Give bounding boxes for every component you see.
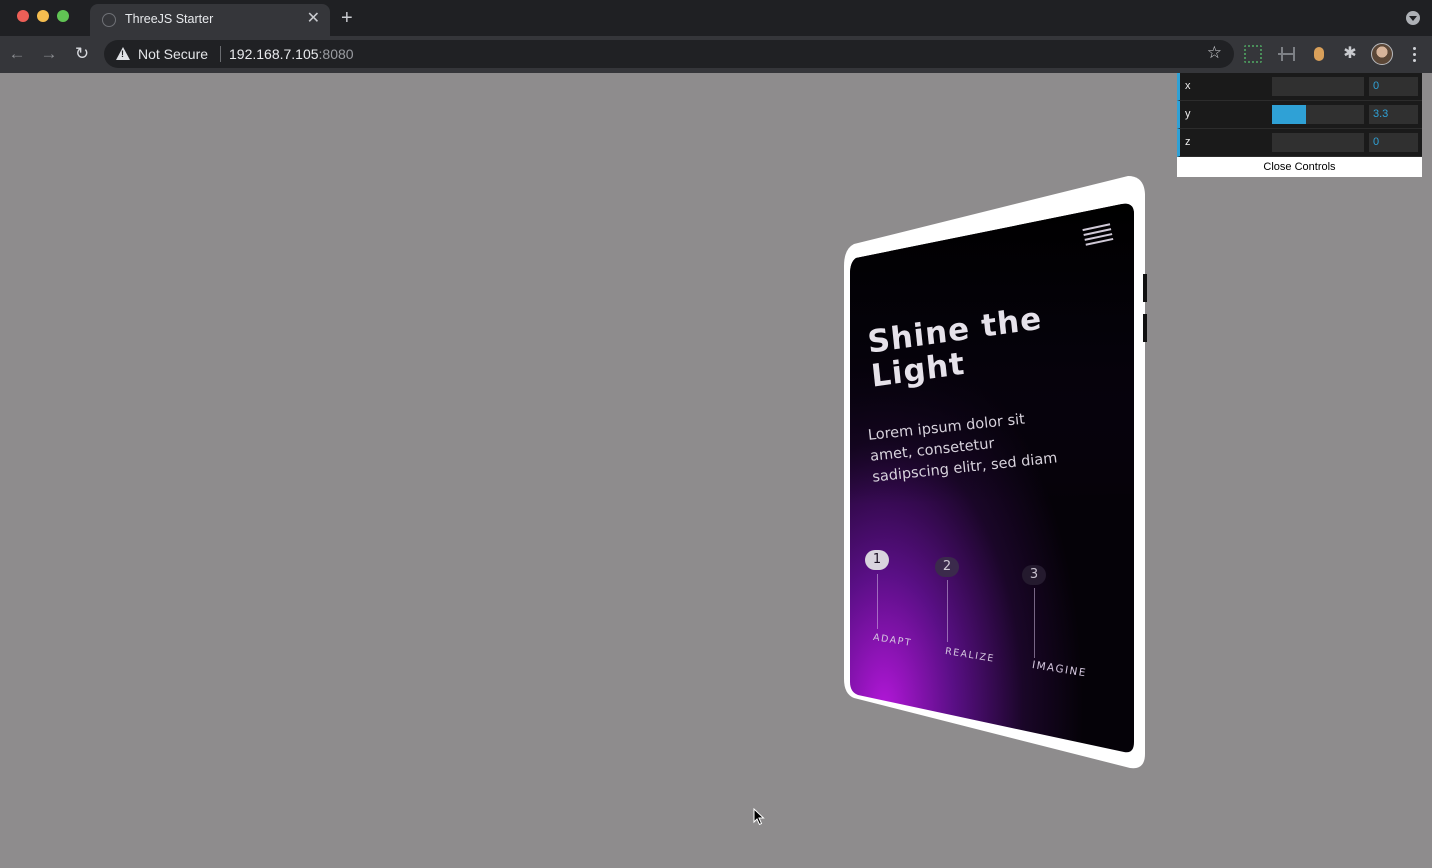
- threejs-canvas-phone[interactable]: Shine the Light Lorem ipsum dolor sit am…: [840, 174, 1150, 774]
- step-connector: [947, 580, 948, 642]
- url-port: :8080: [318, 46, 354, 62]
- more-menu-icon[interactable]: [1408, 45, 1422, 63]
- phone-side-button: [1143, 274, 1147, 302]
- step-number[interactable]: 3: [1022, 565, 1046, 585]
- reload-icon[interactable]: ↻: [71, 43, 93, 65]
- control-row-y: y 3.3: [1177, 101, 1422, 129]
- tab-search-icon[interactable]: [1406, 11, 1420, 25]
- tab-title: ThreeJS Starter: [125, 12, 214, 26]
- step-connector: [877, 574, 878, 629]
- new-tab-button[interactable]: +: [341, 6, 353, 30]
- url-text[interactable]: 192.168.7.105:8080: [229, 46, 354, 62]
- security-status[interactable]: Not Secure: [138, 46, 208, 62]
- phone-side-button: [1143, 314, 1147, 342]
- extension-icon[interactable]: ✱: [1341, 45, 1359, 63]
- tab-close-icon[interactable]: ✕: [307, 10, 320, 28]
- step-connector: [1034, 588, 1035, 658]
- browser-tab-active[interactable]: ThreeJS Starter ✕: [90, 4, 330, 36]
- mouse-cursor-icon: [753, 808, 765, 826]
- globe-icon: [102, 13, 116, 27]
- step-number[interactable]: 1: [865, 550, 889, 570]
- slider-z[interactable]: [1272, 133, 1364, 152]
- browser-toolbar: ← → ↻ Not Secure 192.168.7.105:8080 ☆ ✱: [0, 36, 1432, 73]
- control-label-z: z: [1185, 136, 1191, 148]
- control-label-x: x: [1185, 80, 1191, 92]
- debug-controls-panel: x 0 y 3.3 z 0 Close Controls: [1177, 73, 1422, 177]
- browser-tab-bar: ThreeJS Starter ✕ +: [0, 0, 1432, 36]
- step-number[interactable]: 2: [935, 557, 959, 577]
- address-separator: [220, 46, 221, 62]
- screenshot-extension-icon[interactable]: [1244, 45, 1262, 63]
- control-row-z: z 0: [1177, 129, 1422, 157]
- slider-y[interactable]: [1272, 105, 1364, 124]
- control-row-x: x 0: [1177, 73, 1422, 101]
- profile-avatar[interactable]: [1371, 43, 1393, 65]
- number-input-x[interactable]: 0: [1369, 77, 1418, 96]
- color-extension-icon[interactable]: [1310, 45, 1328, 63]
- number-input-y[interactable]: 3.3: [1369, 105, 1418, 124]
- warning-icon[interactable]: [116, 47, 130, 60]
- number-input-z[interactable]: 0: [1369, 133, 1418, 152]
- star-icon[interactable]: ☆: [1207, 43, 1222, 63]
- forward-arrow-icon[interactable]: →: [38, 43, 60, 65]
- window-close-button[interactable]: [17, 10, 29, 22]
- back-arrow-icon[interactable]: ←: [6, 43, 28, 65]
- ruler-extension-icon[interactable]: [1277, 45, 1295, 63]
- address-bar[interactable]: Not Secure 192.168.7.105:8080 ☆: [104, 40, 1234, 68]
- slider-x[interactable]: [1272, 77, 1364, 96]
- close-controls-button[interactable]: Close Controls: [1177, 157, 1422, 177]
- url-host: 192.168.7.105: [229, 46, 319, 62]
- window-maximize-button[interactable]: [57, 10, 69, 22]
- window-minimize-button[interactable]: [37, 10, 49, 22]
- slider-fill-y: [1272, 105, 1307, 124]
- control-label-y: y: [1185, 108, 1191, 120]
